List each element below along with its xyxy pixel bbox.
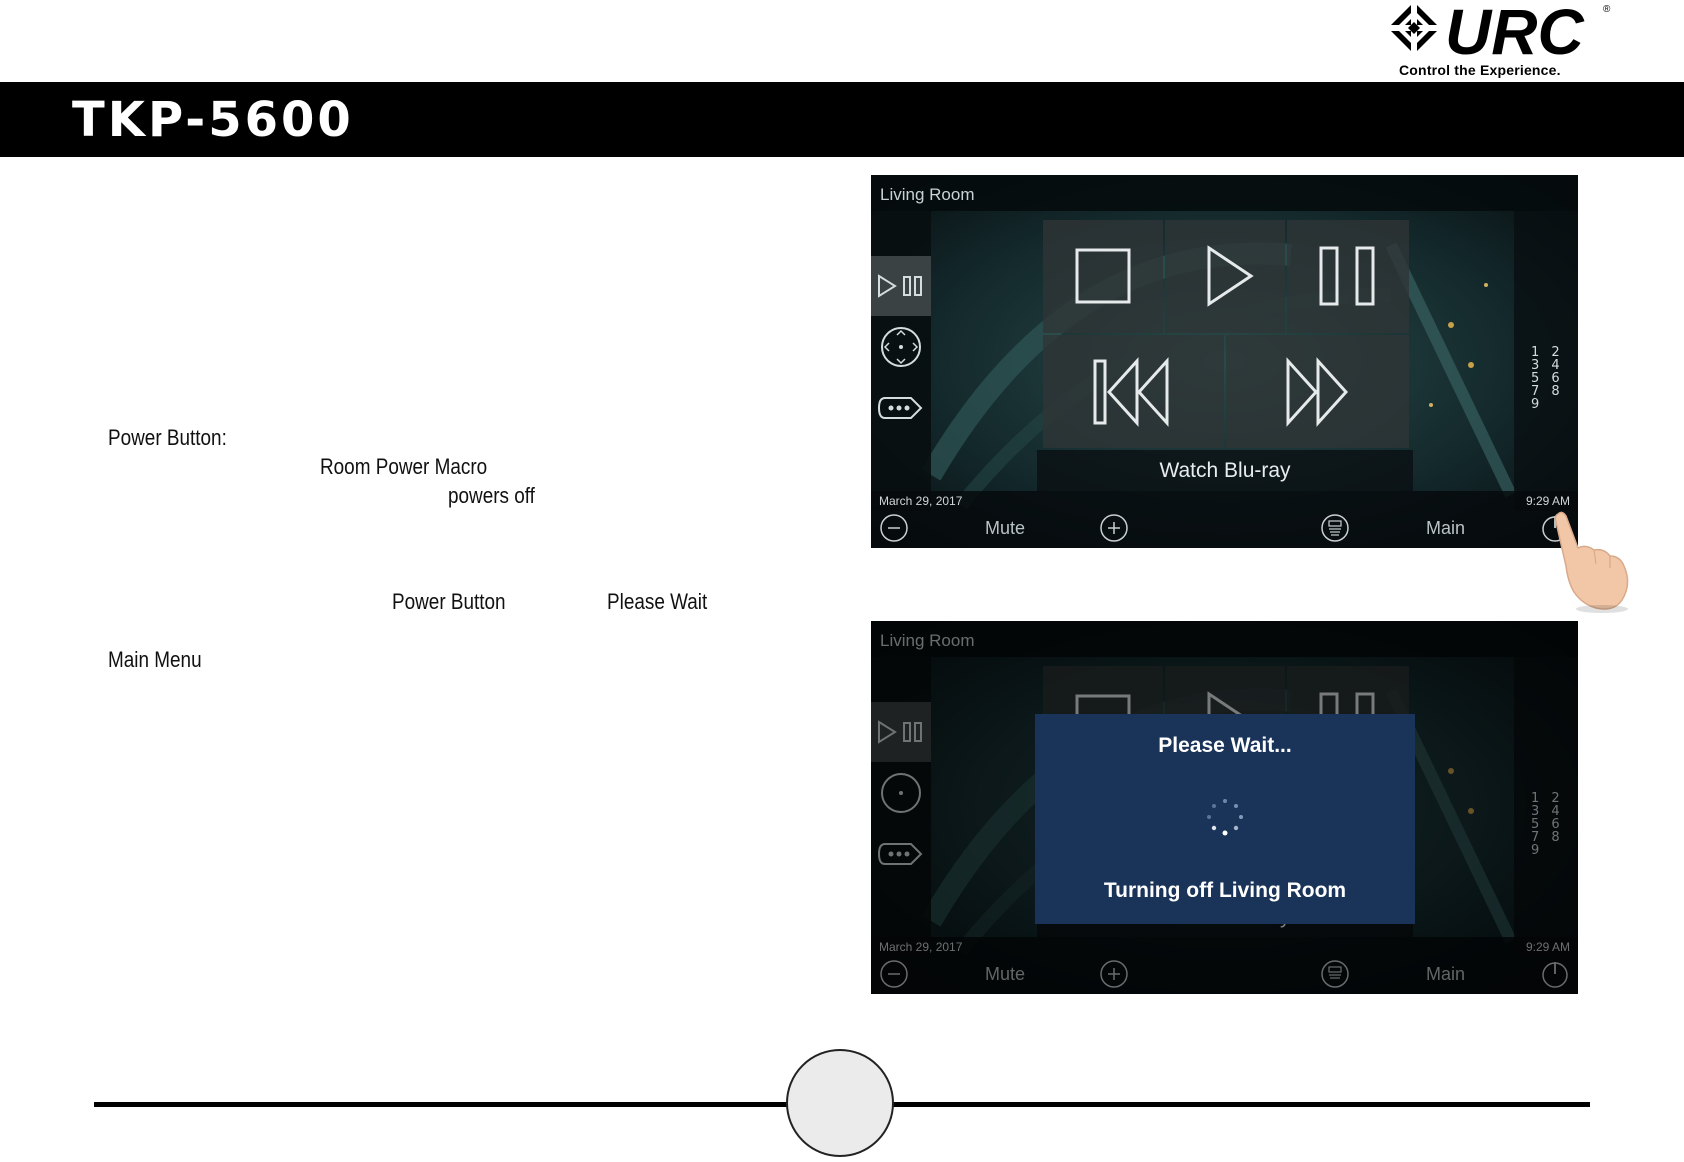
powers-off-text: powers off (448, 483, 535, 508)
time-text: 9:29 AM (1525, 494, 1570, 508)
transport-controls (1043, 220, 1409, 450)
logo-tagline: Control the Experience. (1399, 62, 1561, 78)
please-wait-reference: Please Wait (607, 589, 708, 614)
svg-text:URC: URC (1445, 0, 1584, 68)
more-icon[interactable] (871, 378, 931, 438)
volume-down-icon[interactable] (879, 513, 909, 543)
room-power-macro-text: Room Power Macro (320, 454, 488, 479)
transport-icon[interactable] (871, 256, 931, 316)
play-icon (1207, 245, 1254, 307)
mute-button[interactable]: Mute (985, 518, 1025, 539)
svg-text:®: ® (1603, 4, 1611, 15)
touchscreen-playback: Living Room 1 2 3 4 5 6 7 8 9 Watch Blu-… (871, 175, 1578, 548)
dpad-icon[interactable] (871, 317, 931, 377)
menu-list-icon[interactable] (1320, 513, 1350, 543)
please-wait-dialog: Please Wait... Turning off Living Room (1035, 714, 1415, 924)
skip-forward-icon (1286, 357, 1349, 427)
keypad-icon[interactable]: 1 2 3 4 5 6 7 8 9 (1531, 346, 1576, 411)
status-bar: March 29, 2017 9:29 AM Mute Main (871, 491, 1578, 548)
dialog-title: Please Wait... (1158, 734, 1292, 757)
play-button[interactable] (1165, 220, 1285, 333)
skip-back-button[interactable] (1043, 335, 1224, 448)
dialog-message: Turning off Living Room (1103, 879, 1347, 902)
right-rail: 1 2 3 4 5 6 7 8 9 (1514, 211, 1578, 511)
stop-icon (1075, 248, 1131, 304)
volume-up-icon[interactable] (1099, 513, 1129, 543)
pointing-hand-icon (1554, 511, 1629, 613)
power-button-label: Power Button: (108, 425, 227, 450)
page-title: TKP-5600 (72, 92, 354, 148)
date-text: March 29, 2017 (879, 494, 963, 508)
page-number-badge (786, 1049, 894, 1157)
top-bar (871, 175, 1578, 211)
room-name: Living Room (880, 185, 975, 204)
skip-back-icon (1093, 357, 1169, 427)
title-bar: TKP-5600 (0, 82, 1684, 157)
loading-spinner-icon (1207, 799, 1243, 836)
pause-icon (1319, 246, 1375, 306)
stop-button[interactable] (1043, 220, 1163, 333)
activity-title: Watch Blu-ray (1037, 450, 1413, 491)
left-rail (871, 211, 931, 511)
skip-forward-button[interactable] (1226, 335, 1409, 448)
touchscreen-please-wait: Living Room 1 2 3 4 5 6 7 8 9 Watch Blu-… (871, 621, 1578, 994)
main-menu-reference: Main Menu (108, 647, 202, 672)
pause-button[interactable] (1287, 220, 1409, 333)
power-button-reference: Power Button (392, 589, 506, 614)
main-button[interactable]: Main (1426, 518, 1465, 539)
